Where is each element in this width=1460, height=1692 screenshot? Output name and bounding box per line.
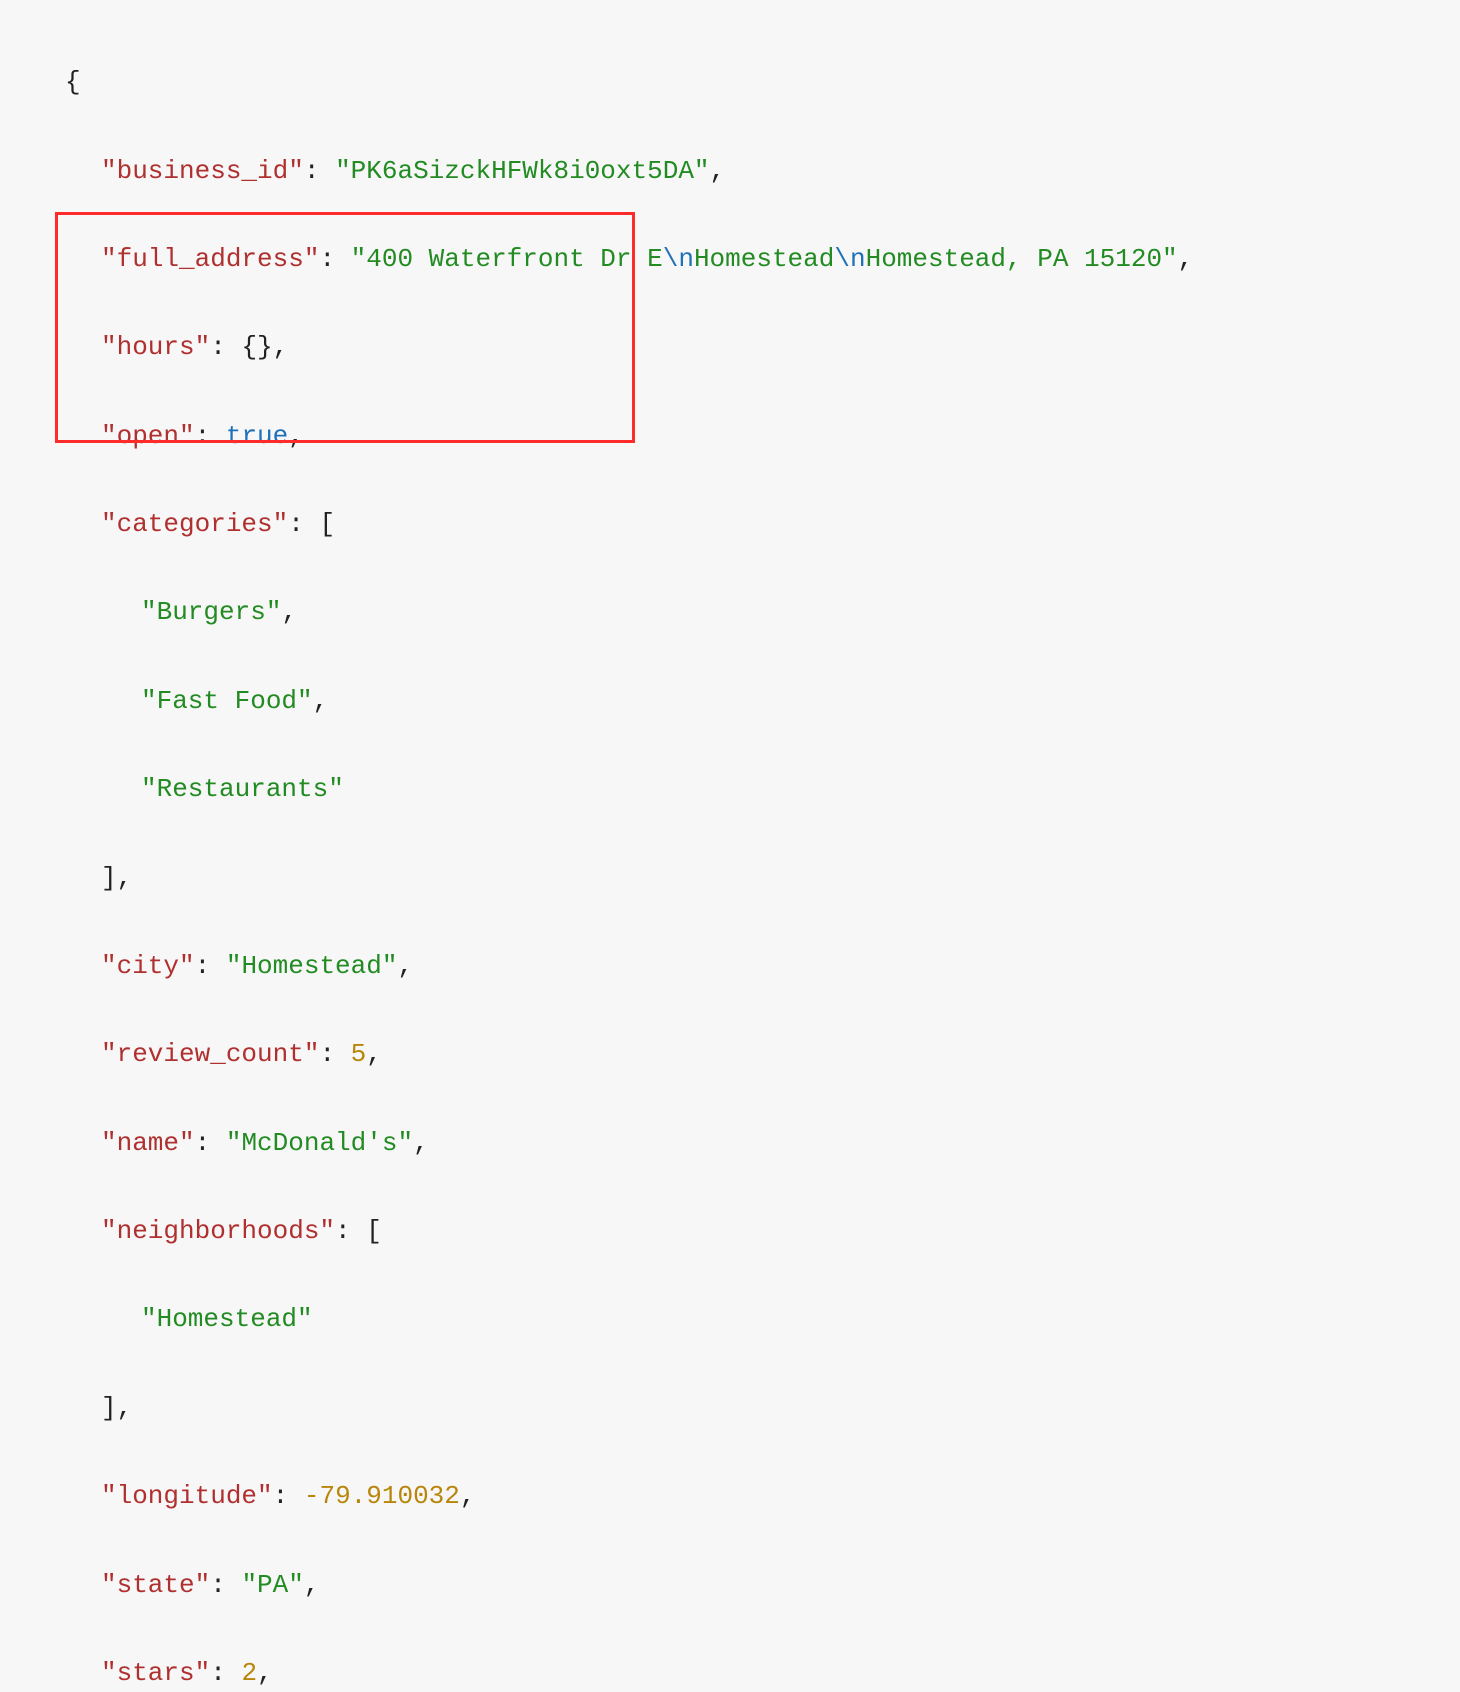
line-neighborhoods-close: ], — [65, 1386, 1460, 1430]
key-stars: "stars" — [101, 1658, 210, 1688]
val-cat-1: "Fast Food" — [141, 686, 313, 716]
line-longitude: "longitude": -79.910032, — [65, 1474, 1460, 1518]
key-review-count: "review_count" — [101, 1039, 319, 1069]
key-neighborhoods: "neighborhoods" — [101, 1216, 335, 1246]
line-stars: "stars": 2, — [65, 1651, 1460, 1692]
val-cat-2: "Restaurants" — [141, 774, 344, 804]
line-categories-close: ], — [65, 856, 1460, 900]
line-neighborhoods-open: "neighborhoods": [ — [65, 1209, 1460, 1253]
val-nb-0: "Homestead" — [141, 1304, 313, 1334]
val-hours: {} — [241, 332, 272, 362]
val-longitude: -79.910032 — [304, 1481, 460, 1511]
line-full-address: "full_address": "400 Waterfront Dr E\nHo… — [65, 237, 1460, 281]
key-categories: "categories" — [101, 509, 288, 539]
line-cat-burgers: "Burgers", — [65, 590, 1460, 634]
json-code-block: { "business_id": "PK6aSizckHFWk8i0oxt5DA… — [0, 0, 1460, 1692]
escape-n-2: \n — [834, 244, 865, 274]
line-hours: "hours": {}, — [65, 325, 1460, 369]
key-full-address: "full_address" — [101, 244, 319, 274]
key-open: "open" — [101, 421, 195, 451]
val-full-address-1: "400 Waterfront Dr E — [351, 244, 663, 274]
line-cat-fastfood: "Fast Food", — [65, 679, 1460, 723]
key-name: "name" — [101, 1128, 195, 1158]
line-business-id: "business_id": "PK6aSizckHFWk8i0oxt5DA", — [65, 149, 1460, 193]
line-open: "open": true, — [65, 414, 1460, 458]
val-full-address-2: Homestead — [694, 244, 834, 274]
val-full-address-3: Homestead, PA 15120" — [866, 244, 1178, 274]
brace-open: { — [65, 67, 81, 97]
key-business-id: "business_id" — [101, 156, 304, 186]
val-stars: 2 — [241, 1658, 257, 1688]
bracket-close-2: ] — [101, 1393, 117, 1423]
line-nb-homestead: "Homestead" — [65, 1297, 1460, 1341]
val-city: "Homestead" — [226, 951, 398, 981]
bracket-close: ] — [101, 863, 117, 893]
val-cat-0: "Burgers" — [141, 597, 281, 627]
key-longitude: "longitude" — [101, 1481, 273, 1511]
val-open: true — [226, 421, 288, 451]
key-hours: "hours" — [101, 332, 210, 362]
val-name: "McDonald's" — [226, 1128, 413, 1158]
line-review-count: "review_count": 5, — [65, 1032, 1460, 1076]
escape-n-1: \n — [663, 244, 694, 274]
line-categories-open: "categories": [ — [65, 502, 1460, 546]
val-business-id: "PK6aSizckHFWk8i0oxt5DA" — [335, 156, 709, 186]
line-state: "state": "PA", — [65, 1563, 1460, 1607]
line-name: "name": "McDonald's", — [65, 1121, 1460, 1165]
val-state: "PA" — [241, 1570, 303, 1600]
key-city: "city" — [101, 951, 195, 981]
val-review-count: 5 — [351, 1039, 367, 1069]
line-open-brace: { — [65, 60, 1460, 104]
line-cat-restaurants: "Restaurants" — [65, 767, 1460, 811]
key-state: "state" — [101, 1570, 210, 1600]
line-city: "city": "Homestead", — [65, 944, 1460, 988]
